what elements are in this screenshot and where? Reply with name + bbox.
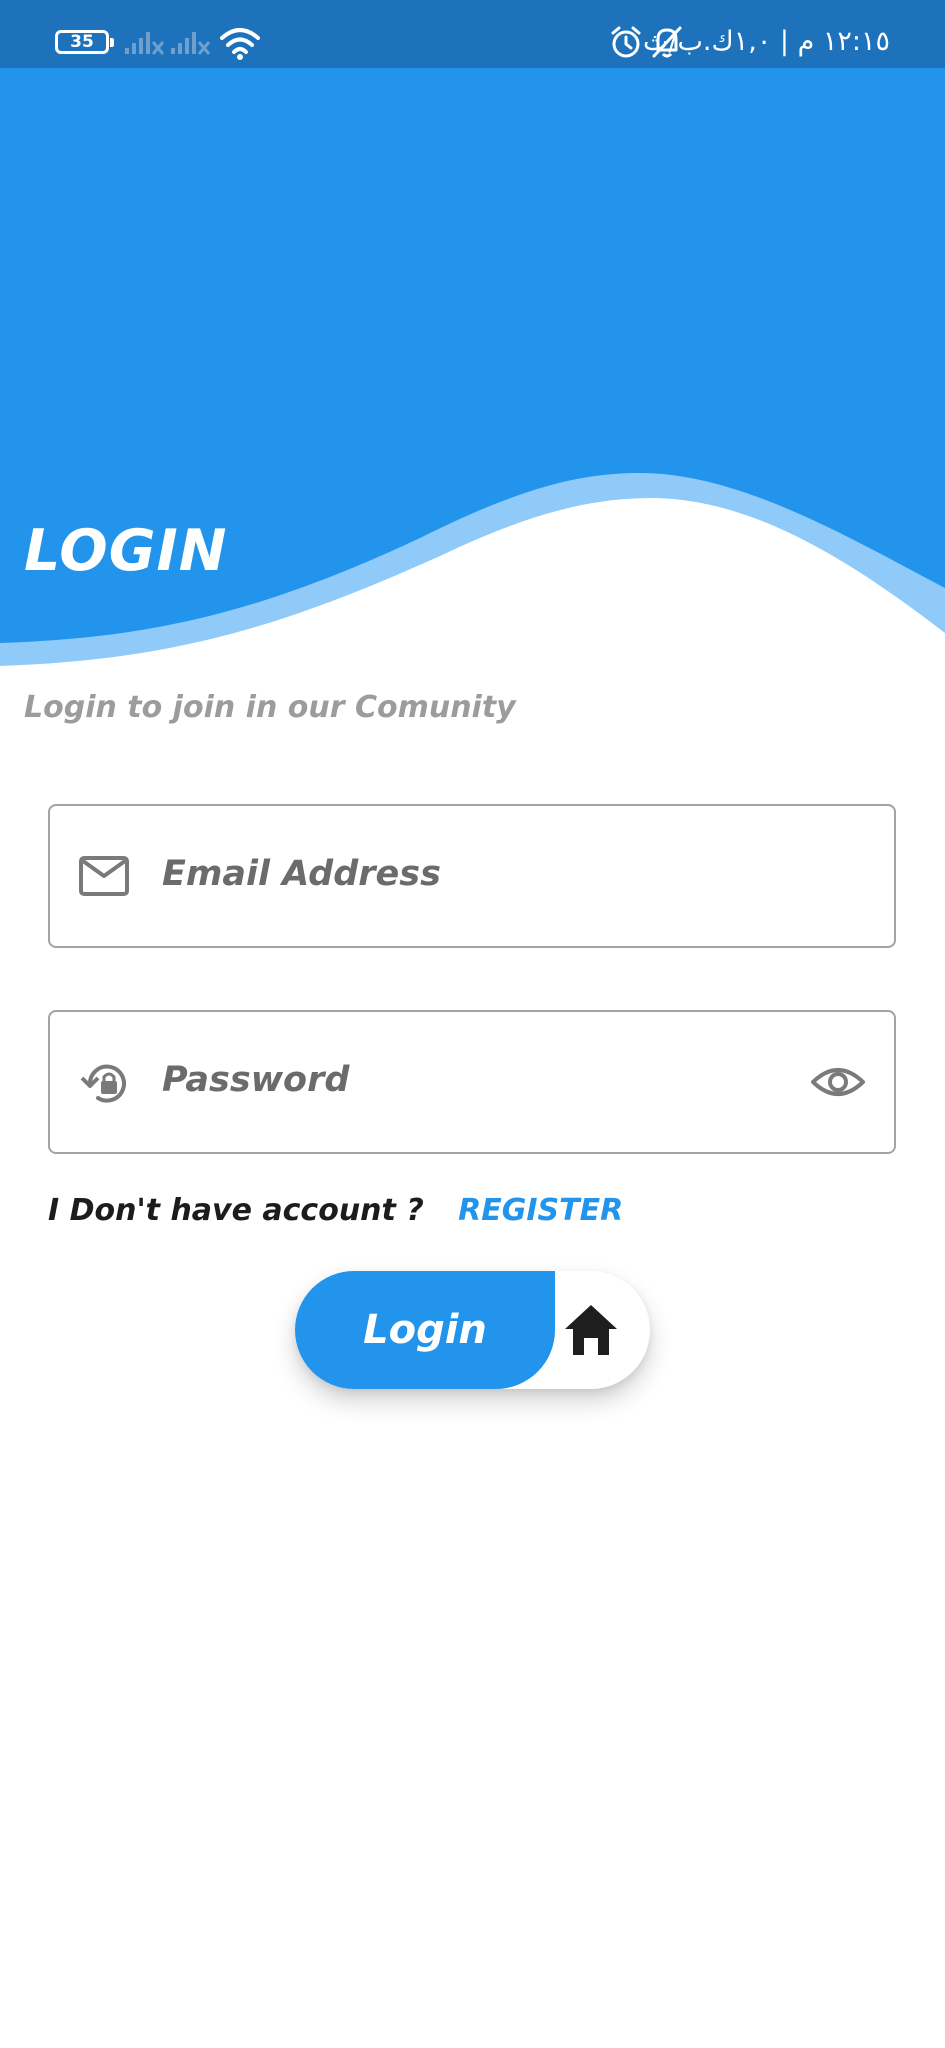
signal-no-service-icon — [125, 32, 165, 55]
page-subtitle: Login to join in our Comunity — [24, 690, 516, 725]
no-account-text: I Don't have account ? — [48, 1193, 424, 1228]
email-field[interactable]: Email Address — [48, 804, 896, 948]
password-field[interactable]: Password — [48, 1010, 896, 1154]
signal-no-service-icon — [171, 32, 211, 55]
email-placeholder: Email Address — [162, 854, 441, 894]
lock-reset-icon — [80, 1064, 126, 1103]
status-bar: 35 ١٢:١٥ م | ١,٠ك.ب/ث — [0, 0, 945, 68]
mail-icon — [79, 856, 129, 896]
register-row: I Don't have account ? REGISTER — [48, 1193, 623, 1228]
eye-icon[interactable] — [810, 1062, 866, 1102]
alarm-icon — [611, 26, 641, 58]
login-pill: Login — [295, 1271, 650, 1389]
battery-icon: 35 — [55, 30, 114, 54]
status-time: ١٢:١٥ م | ١,٠ك.ب/ث — [642, 26, 890, 57]
register-link[interactable]: REGISTER — [458, 1193, 623, 1228]
home-icon[interactable] — [562, 1302, 620, 1358]
password-placeholder: Password — [162, 1060, 350, 1100]
page-title: LOGIN — [24, 518, 228, 584]
wifi-icon — [220, 28, 260, 60]
login-button[interactable]: Login — [295, 1271, 555, 1389]
